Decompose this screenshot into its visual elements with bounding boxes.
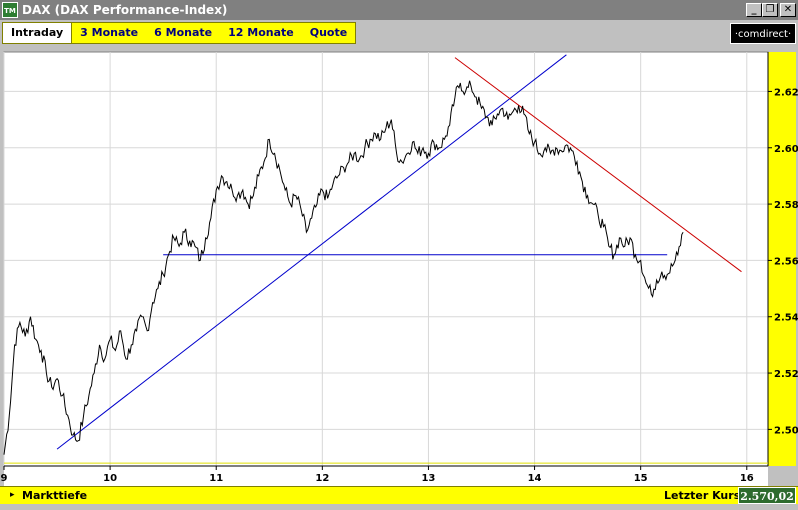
x-tick-label: 11 [209, 473, 223, 484]
period-tabs: Intraday 3 Monate 6 Monate 12 Monate Quo… [2, 22, 357, 44]
y-tick-label: 2.560 [774, 256, 798, 267]
status-bar: ▸ Markttiefe Letzter Kurs 2.570,02 [0, 486, 798, 504]
window-title: DAX (DAX Performance-Index) [22, 3, 228, 17]
tab-bar: Intraday 3 Monate 6 Monate 12 Monate Quo… [0, 20, 798, 46]
app-icon: TM [2, 2, 18, 18]
x-tick-label: 16 [740, 473, 754, 484]
y-tick-label: 2.540 [774, 313, 798, 324]
bottom-strip [0, 504, 798, 510]
x-tick-label: 10 [103, 473, 117, 484]
y-tick-label: 2.500 [774, 425, 798, 436]
expand-arrow-icon[interactable]: ▸ [10, 489, 15, 500]
tab-3-monate[interactable]: 3 Monate [72, 23, 146, 43]
minimize-button[interactable]: _ [746, 3, 762, 17]
last-price-value: 2.570,02 [738, 487, 796, 504]
y-tick-label: 2.600 [774, 144, 798, 155]
x-tick-label: 13 [421, 473, 435, 484]
last-price-label: Letzter Kurs [664, 489, 741, 502]
close-button[interactable]: ✕ [780, 3, 796, 17]
y-tick-label: 2.520 [774, 369, 798, 380]
tab-12-monate[interactable]: 12 Monate [220, 23, 302, 43]
x-tick-label: 15 [634, 473, 648, 484]
restore-button[interactable]: ❐ [762, 3, 778, 17]
tab-6-monate[interactable]: 6 Monate [146, 23, 220, 43]
tab-quote[interactable]: Quote [302, 23, 355, 43]
title-bar: TM DAX (DAX Performance-Index) _ ❐ ✕ [0, 0, 798, 20]
chart-panel: 2.500 2.520 2.540 2.560 2.580 2.600 2.620 9 10 11… [0, 46, 798, 486]
y-tick-label: 2.580 [774, 200, 798, 211]
x-tick-label: 12 [315, 473, 329, 484]
comdirect-logo[interactable]: ·comdirect· [730, 23, 796, 44]
plot-area [3, 51, 769, 467]
tab-intraday[interactable]: Intraday [3, 23, 73, 43]
y-tick-label: 2.620 [774, 87, 798, 98]
x-axis-panel [4, 466, 768, 486]
intraday-chart: 2.500 2.520 2.540 2.560 2.580 2.600 2.620 9 10 11… [1, 51, 798, 486]
x-tick-label: 9 [1, 473, 8, 484]
market-depth-link[interactable]: Markttiefe [22, 489, 87, 502]
x-tick-label: 14 [528, 473, 542, 484]
